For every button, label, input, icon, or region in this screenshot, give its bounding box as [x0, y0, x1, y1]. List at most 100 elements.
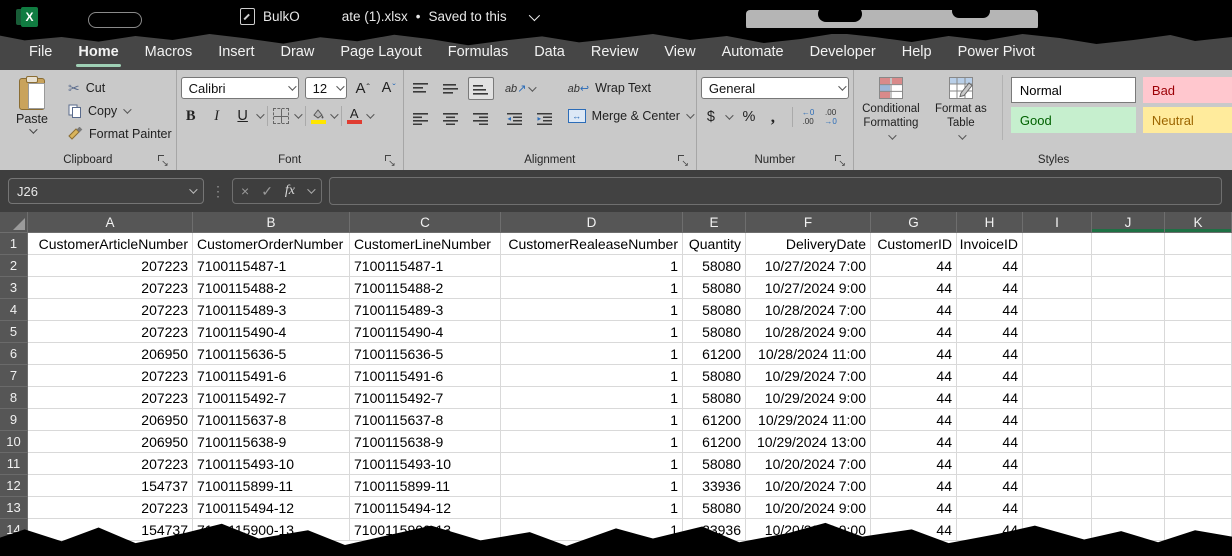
cell-B4[interactable]: 7100115489-3 [193, 299, 350, 321]
cell-E2[interactable]: 58080 [683, 255, 746, 277]
cell-G6[interactable]: 44 [871, 343, 957, 365]
merge-center-chevron-down-icon[interactable] [686, 110, 694, 118]
cell-D7[interactable]: 1 [501, 365, 683, 387]
cell-G4[interactable]: 44 [871, 299, 957, 321]
format-painter-button[interactable]: Format Painter [68, 124, 172, 144]
cell-H11[interactable]: 44 [957, 453, 1023, 475]
cell-I10[interactable] [1023, 431, 1092, 453]
align-center-button[interactable] [438, 107, 464, 130]
row-header-13[interactable]: 13 [0, 497, 28, 519]
tab-developer[interactable]: Developer [797, 34, 889, 70]
column-header-D[interactable]: D [501, 212, 683, 233]
cell-D3[interactable]: 1 [501, 277, 683, 299]
cell-B11[interactable]: 7100115493-10 [193, 453, 350, 475]
cell-H1[interactable]: InvoiceID [957, 233, 1023, 255]
quick-access-pill[interactable] [88, 12, 142, 28]
cell-G11[interactable]: 44 [871, 453, 957, 475]
row-header-10[interactable]: 10 [0, 431, 28, 453]
font-size-chevron-down-icon[interactable] [336, 82, 344, 90]
cell-K5[interactable] [1165, 321, 1232, 343]
cell-A2[interactable]: 207223 [28, 255, 193, 277]
cell-B14[interactable]: 7100115900-13 [193, 519, 350, 541]
font-family-combo[interactable]: Calibri [181, 77, 299, 99]
tab-file[interactable]: File [16, 34, 65, 70]
cell-B5[interactable]: 7100115490-4 [193, 321, 350, 343]
cell-I3[interactable] [1023, 277, 1092, 299]
column-header-A[interactable]: A [28, 212, 193, 233]
cell-F8[interactable]: 10/29/2024 9:00 [746, 387, 871, 409]
cell-F12[interactable]: 10/20/2024 7:00 [746, 475, 871, 497]
cell-J13[interactable] [1092, 497, 1165, 519]
cell-B6[interactable]: 7100115636-5 [193, 343, 350, 365]
cell-G5[interactable]: 44 [871, 321, 957, 343]
cell-B7[interactable]: 7100115491-6 [193, 365, 350, 387]
cell-G13[interactable]: 44 [871, 497, 957, 519]
format-as-table-chevron-down-icon[interactable] [958, 131, 966, 139]
cell-E8[interactable]: 58080 [683, 387, 746, 409]
cell-style-normal[interactable]: Normal [1011, 77, 1136, 103]
tab-draw[interactable]: Draw [267, 34, 327, 70]
cell-C10[interactable]: 7100115638-9 [350, 431, 501, 453]
cell-A12[interactable]: 154737 [28, 475, 193, 497]
row-header-2[interactable]: 2 [0, 255, 28, 277]
increase-decimal-button[interactable]: ←0 .00 [802, 108, 814, 126]
cell-K1[interactable] [1165, 233, 1232, 255]
align-right-button[interactable] [468, 107, 494, 130]
number-dialog-launcher[interactable] [834, 154, 846, 166]
name-box[interactable]: J26 [8, 178, 204, 204]
row-header-11[interactable]: 11 [0, 453, 28, 475]
cell-C3[interactable]: 7100115488-2 [350, 277, 501, 299]
cell-G2[interactable]: 44 [871, 255, 957, 277]
cell-I8[interactable] [1023, 387, 1092, 409]
cell-E9[interactable]: 61200 [683, 409, 746, 431]
cell-H2[interactable]: 44 [957, 255, 1023, 277]
tab-insert[interactable]: Insert [205, 34, 267, 70]
font-color-chevron-down-icon[interactable] [366, 110, 374, 118]
column-header-K[interactable]: K [1165, 212, 1232, 233]
row-header-14[interactable]: 14 [0, 519, 28, 541]
underline-button[interactable]: U [233, 105, 253, 127]
cell-K9[interactable] [1165, 409, 1232, 431]
row-header-6[interactable]: 6 [0, 343, 28, 365]
cell-A7[interactable]: 207223 [28, 365, 193, 387]
column-header-G[interactable]: G [871, 212, 957, 233]
font-color-button[interactable]: A [347, 108, 362, 124]
cell-B9[interactable]: 7100115637-8 [193, 409, 350, 431]
cell-F11[interactable]: 10/20/2024 7:00 [746, 453, 871, 475]
font-size-combo[interactable]: 12 [305, 77, 347, 99]
conditional-formatting-button[interactable]: Conditional Formatting [858, 75, 924, 140]
merge-center-button[interactable]: ↔ Merge & Center [568, 105, 692, 126]
cell-F1[interactable]: DeliveryDate [746, 233, 871, 255]
cell-A8[interactable]: 207223 [28, 387, 193, 409]
cell-A14[interactable]: 154737 [28, 519, 193, 541]
align-left-button[interactable] [408, 107, 434, 130]
tab-home[interactable]: Home [65, 34, 131, 70]
cell-H14[interactable]: 44 [957, 519, 1023, 541]
cell-C6[interactable]: 7100115636-5 [350, 343, 501, 365]
cell-K10[interactable] [1165, 431, 1232, 453]
cell-C8[interactable]: 7100115492-7 [350, 387, 501, 409]
increase-indent-button[interactable] [532, 107, 558, 130]
decrease-font-size-button[interactable]: Aˇ [379, 77, 399, 99]
cell-E1[interactable]: Quantity [683, 233, 746, 255]
cell-C14[interactable]: 7100115900-13 [350, 519, 501, 541]
cell-C11[interactable]: 7100115493-10 [350, 453, 501, 475]
cell-K14[interactable] [1165, 519, 1232, 541]
cell-A13[interactable]: 207223 [28, 497, 193, 519]
italic-button[interactable]: I [207, 105, 227, 127]
cell-I4[interactable] [1023, 299, 1092, 321]
row-header-5[interactable]: 5 [0, 321, 28, 343]
name-box-chevron-down-icon[interactable] [189, 185, 197, 193]
paste-button[interactable]: Paste [4, 75, 60, 134]
row-header-4[interactable]: 4 [0, 299, 28, 321]
currency-chevron-down-icon[interactable] [725, 111, 733, 119]
cell-F4[interactable]: 10/28/2024 7:00 [746, 299, 871, 321]
cell-A5[interactable]: 207223 [28, 321, 193, 343]
title-chevron-down-icon[interactable] [528, 9, 539, 20]
row-header-12[interactable]: 12 [0, 475, 28, 497]
row-header-7[interactable]: 7 [0, 365, 28, 387]
tab-page-layout[interactable]: Page Layout [327, 34, 434, 70]
cell-C9[interactable]: 7100115637-8 [350, 409, 501, 431]
cell-H6[interactable]: 44 [957, 343, 1023, 365]
cell-H7[interactable]: 44 [957, 365, 1023, 387]
